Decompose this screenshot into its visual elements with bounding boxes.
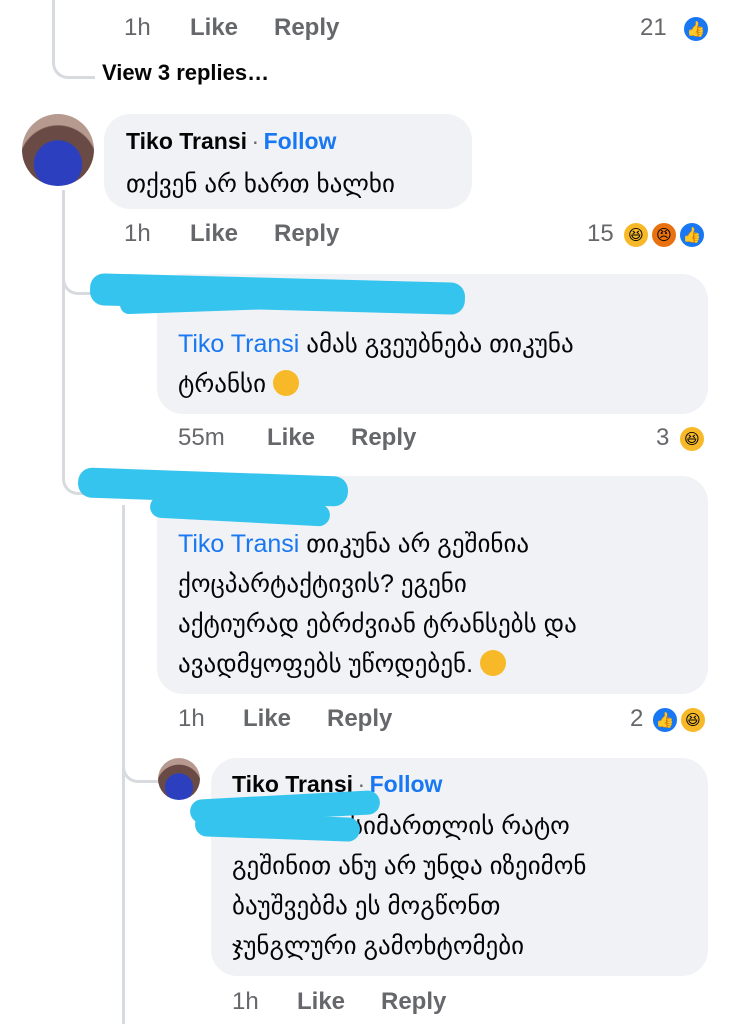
like-button[interactable]: Like bbox=[190, 220, 238, 248]
comment-meta: 1h Like Reply bbox=[232, 988, 632, 1020]
comment-time[interactable]: 1h bbox=[178, 705, 205, 733]
reply-button[interactable]: Reply bbox=[327, 705, 392, 733]
reaction-count[interactable]: 2 bbox=[630, 705, 643, 733]
like-button[interactable]: Like bbox=[267, 424, 315, 452]
reply-button[interactable]: Reply bbox=[274, 220, 339, 248]
follow-button[interactable]: Follow bbox=[264, 128, 337, 154]
comment-meta: 1h Like Reply bbox=[124, 14, 524, 46]
comment-time[interactable]: 1h bbox=[124, 220, 151, 248]
view-replies-link[interactable]: View 3 replies… bbox=[102, 60, 269, 86]
comment-meta: 1h Like Reply bbox=[178, 705, 578, 737]
like-reaction-icon: 👍 bbox=[682, 15, 710, 43]
comment-time[interactable]: 1h bbox=[232, 988, 259, 1016]
reply-button[interactable]: Reply bbox=[381, 988, 446, 1016]
thread-curve bbox=[52, 40, 95, 79]
reaction-count[interactable]: 3 bbox=[656, 424, 669, 452]
comment-text: Tiko Transi ამას გვეუბნება თიკუნა ტრანსი bbox=[178, 330, 574, 398]
comment-time[interactable]: 55m bbox=[178, 424, 225, 452]
comment-bubble: Tiko Transi · Follow თქვენ არ ხართ ხალხი bbox=[104, 114, 472, 209]
haha-reaction-icon: 😆 bbox=[678, 425, 706, 453]
separator: · bbox=[251, 128, 260, 154]
angry-reaction-icon: 😠 bbox=[650, 221, 678, 249]
comment-bubble: Tiko Transi · Follow სიმართლის რატო გეში… bbox=[211, 758, 708, 976]
avatar[interactable] bbox=[22, 114, 94, 186]
reaction-count[interactable]: 15 bbox=[587, 220, 614, 248]
avatar[interactable] bbox=[158, 758, 200, 800]
haha-reaction-icon: 😆 bbox=[622, 221, 650, 249]
thinking-face-icon bbox=[479, 650, 506, 676]
comment-text: Tiko Transi თიკუნა არ გეშინია ქოცპარტაქტ… bbox=[178, 530, 577, 678]
mention-link[interactable]: Tiko Transi bbox=[178, 330, 299, 358]
like-button[interactable]: Like bbox=[243, 705, 291, 733]
reaction-count[interactable]: 21 bbox=[640, 14, 667, 42]
like-button[interactable]: Like bbox=[297, 988, 345, 1016]
author-name[interactable]: Tiko Transi bbox=[126, 128, 247, 154]
comment-text: თქვენ არ ხართ ხალხი bbox=[126, 170, 395, 198]
follow-button[interactable]: Follow bbox=[370, 771, 443, 797]
like-reaction-icon: 👍 bbox=[678, 221, 706, 249]
mention-link[interactable]: Tiko Transi bbox=[178, 530, 299, 558]
comment-time[interactable]: 1h bbox=[124, 14, 151, 42]
like-button[interactable]: Like bbox=[190, 14, 238, 42]
reply-button[interactable]: Reply bbox=[351, 424, 416, 452]
thread-line bbox=[62, 190, 65, 480]
thread-curve bbox=[122, 750, 161, 783]
grinning-squinting-face-icon bbox=[272, 370, 299, 396]
comment-meta: 1h Like Reply bbox=[124, 220, 524, 252]
haha-reaction-icon: 😆 bbox=[679, 706, 707, 734]
like-reaction-icon: 👍 bbox=[651, 706, 679, 734]
comment-meta: 55m Like Reply bbox=[178, 424, 578, 456]
reply-button[interactable]: Reply bbox=[274, 14, 339, 42]
